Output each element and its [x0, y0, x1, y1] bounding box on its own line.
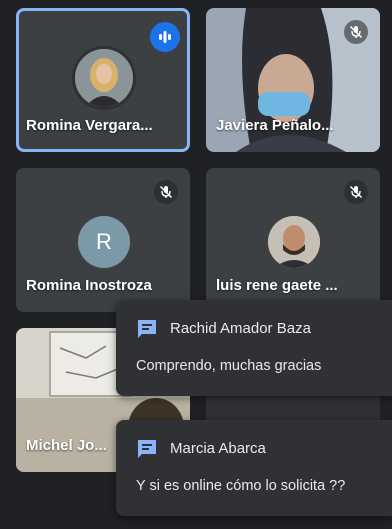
participant-tile-romina-inostroza[interactable]: R Romina Inostroza — [16, 168, 190, 312]
participant-name: Javiera Peñalo... — [216, 117, 334, 134]
chat-notification[interactable]: Rachid Amador Baza Comprendo, muchas gra… — [116, 300, 392, 396]
notification-message: Comprendo, muchas gracias — [136, 358, 322, 374]
mic-off-icon — [344, 180, 368, 204]
participant-name: Romina Inostroza — [26, 277, 152, 294]
participant-name: Romina Vergara... — [26, 117, 153, 134]
participant-avatar: R — [78, 216, 130, 268]
chat-icon — [136, 438, 158, 465]
notification-sender: Rachid Amador Baza — [170, 320, 311, 337]
speaking-indicator-icon — [150, 22, 180, 52]
participant-avatar — [72, 46, 136, 110]
participant-avatar — [268, 216, 320, 268]
chat-notification[interactable]: Marcia Abarca Y si es online cómo lo sol… — [116, 420, 392, 516]
participant-tile-luis-rene-gaete[interactable]: luis rene gaete ... — [206, 168, 380, 312]
participant-name: luis rene gaete ... — [216, 277, 338, 294]
participant-tile-romina-vergara[interactable]: Romina Vergara... — [16, 8, 190, 152]
mic-off-icon — [154, 180, 178, 204]
mic-off-icon — [344, 20, 368, 44]
chat-icon — [136, 318, 158, 345]
notification-sender: Marcia Abarca — [170, 440, 266, 457]
notification-message: Y si es online cómo lo solicita ?? — [136, 478, 346, 494]
avatar-initial: R — [96, 229, 112, 254]
participant-tile-javiera[interactable]: Javiera Peñalo... — [206, 8, 380, 152]
